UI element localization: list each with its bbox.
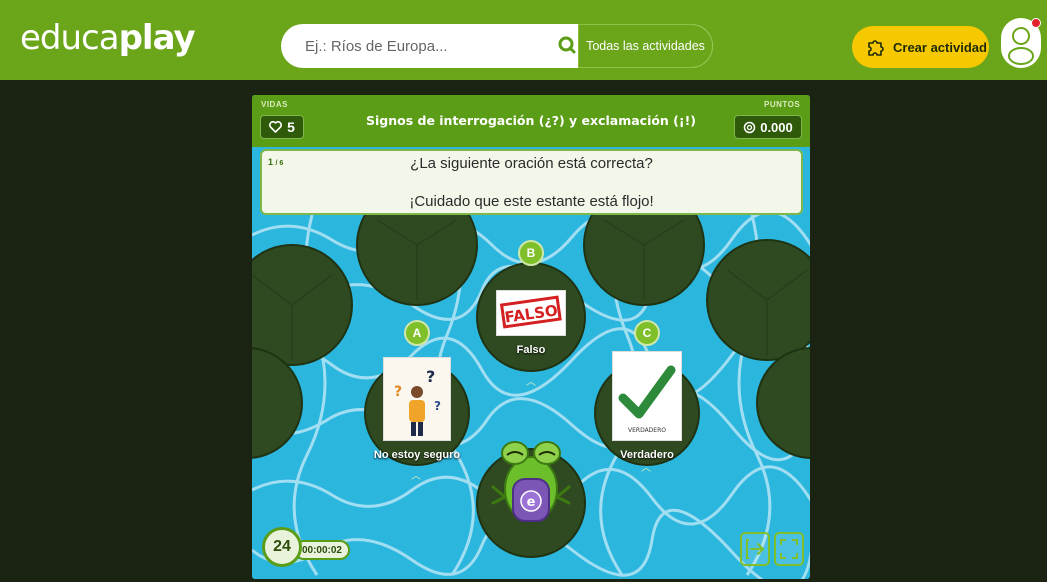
option-c-badge[interactable]: C (634, 320, 660, 346)
puzzle-icon (868, 40, 884, 56)
svg-text:?: ? (426, 367, 435, 386)
points-counter: 0.000 (734, 115, 802, 139)
points-value: 0.000 (760, 119, 793, 135)
activity-title: Signos de interrogación (¿?) y exclamaci… (365, 113, 697, 128)
frog-backpack-letter: e (527, 495, 536, 510)
checkmark-icon: VERDADERO (613, 352, 681, 440)
logo-text-play: play (118, 18, 196, 58)
question-text: ¿La siguiente oración está correcta? (410, 155, 653, 172)
countdown-seconds: 24 (262, 527, 302, 567)
search-scope-dropdown[interactable]: Todas las actividades (578, 24, 713, 68)
exit-icon (746, 539, 764, 559)
option-a-image[interactable]: ? ? ? (383, 357, 451, 441)
lives-counter: 5 (260, 115, 304, 139)
coin-icon (743, 121, 756, 133)
option-a-label[interactable]: No estoy seguro (370, 449, 464, 461)
falso-stamp-text: FALSO (504, 301, 559, 326)
option-c-image[interactable]: VERDADERO (612, 351, 682, 441)
verdadero-caption: VERDADERO (628, 427, 666, 434)
search-scope-label: Todas las actividades (586, 39, 705, 53)
educaplay-logo[interactable]: educaplay (20, 18, 196, 58)
timer: 00:00:02 24 (262, 527, 352, 567)
frog-character: e (491, 441, 571, 522)
svg-text:?: ? (434, 399, 441, 413)
fullscreen-button[interactable] (774, 532, 804, 566)
create-activity-button[interactable]: Crear actividad (852, 26, 989, 68)
option-a-chevron-up-icon: ︿ (411, 471, 421, 482)
fullscreen-icon (780, 539, 798, 559)
option-b-badge[interactable]: B (518, 240, 544, 266)
question-sentence: ¡Cuidado que este estante está flojo! (409, 193, 654, 210)
option-b-label[interactable]: Falso (491, 344, 571, 356)
lives-value: 5 (287, 119, 295, 135)
option-c-chevron-up-icon: ︿ (641, 463, 651, 474)
game-board: VIDAS 5 Signos de interrogación (¿?) y e… (252, 95, 810, 579)
confused-person-image: ? ? ? (384, 358, 450, 440)
create-activity-label: Crear actividad (893, 39, 987, 55)
option-b-image[interactable]: FALSO (496, 290, 566, 336)
question-card: 1 / 6 ¿La siguiente oración está correct… (260, 149, 803, 215)
exit-button[interactable] (740, 532, 770, 566)
elapsed-time: 00:00:02 (294, 540, 350, 560)
notification-dot (1031, 18, 1041, 28)
falso-stamp-image: FALSO (499, 295, 562, 329)
option-b-chevron-up-icon: ︿ (526, 377, 536, 388)
option-a-badge[interactable]: A (404, 320, 430, 346)
logo-text-educa: educa (20, 18, 120, 58)
lives-label: VIDAS (261, 100, 288, 109)
search-input[interactable] (281, 24, 581, 68)
heart-icon (269, 121, 283, 133)
points-label: PUNTOS (764, 100, 801, 109)
svg-text:?: ? (394, 384, 402, 400)
